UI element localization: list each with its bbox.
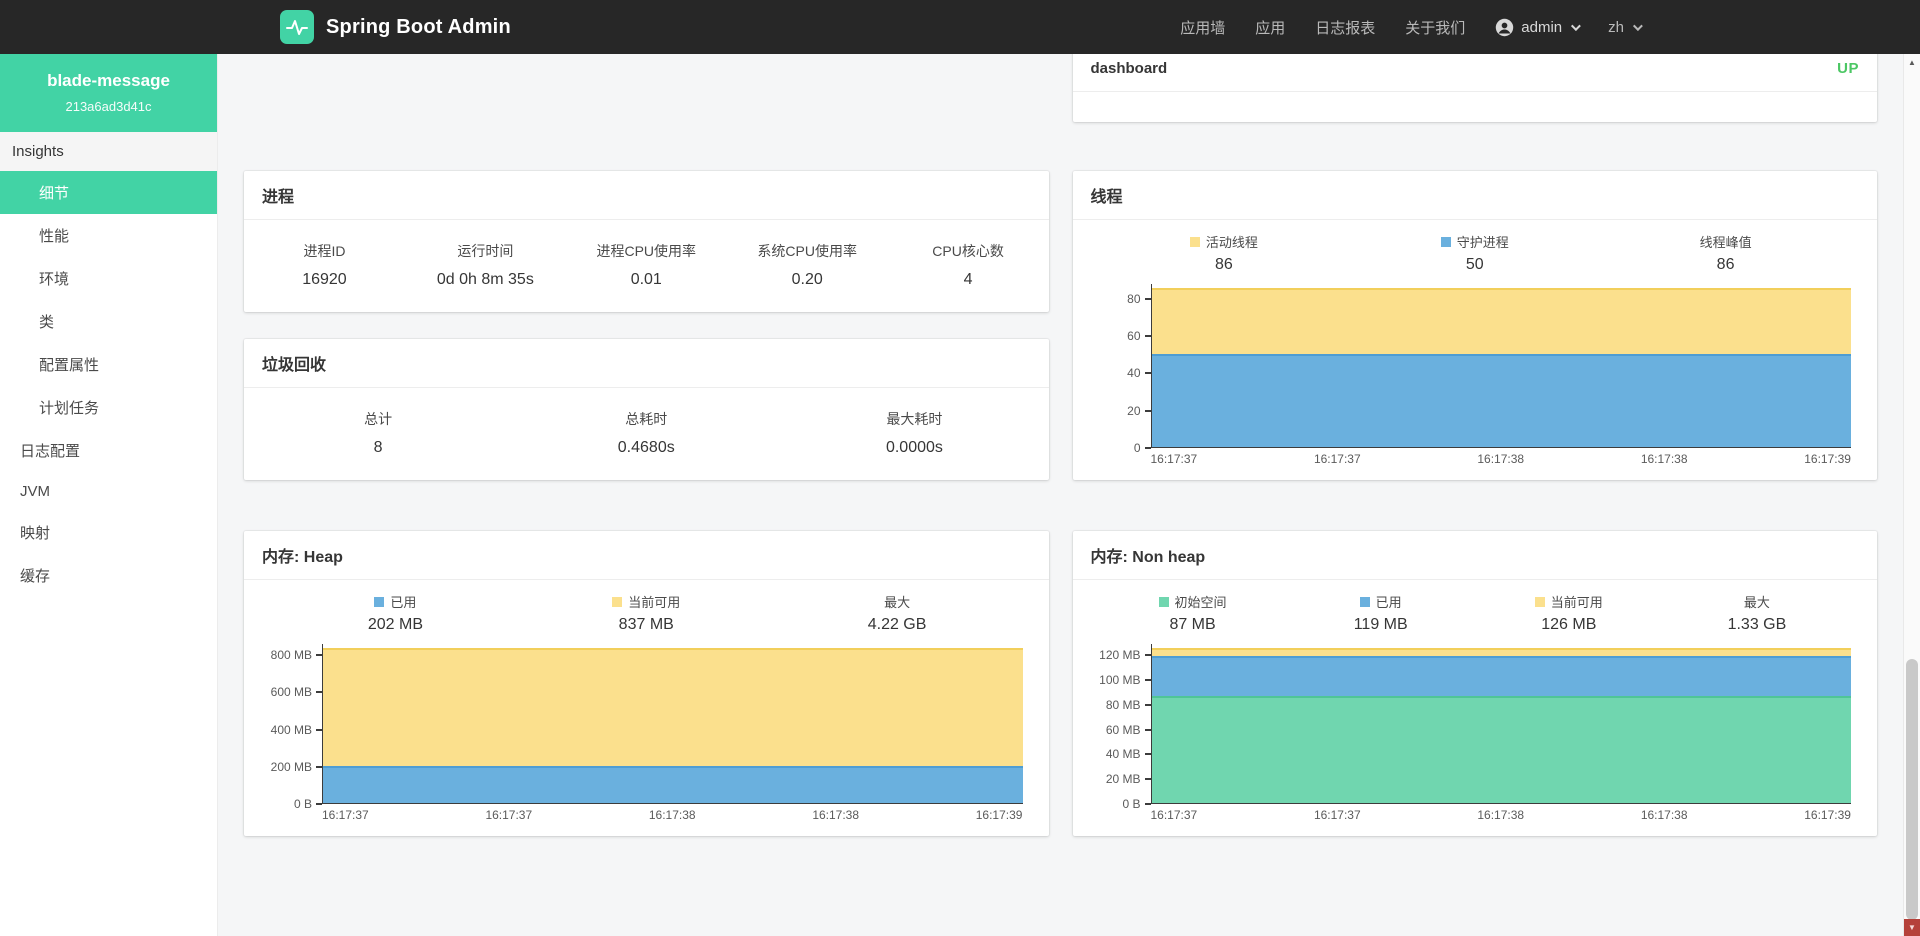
sidebar-item-metrics[interactable]: 性能 [0, 214, 217, 257]
legend-heap-max: 最大 4.22 GB [772, 592, 1023, 634]
memory-nonheap-card-title: 内存: Non heap [1091, 543, 1206, 567]
threads-chart: 020406080 16:17:3716:17:3716:17:3816:17:… [1099, 284, 1852, 466]
legend-swatch [1190, 237, 1200, 247]
legend-swatch [1360, 597, 1370, 607]
sidebar-item-mappings[interactable]: 映射 [0, 511, 217, 554]
instance-row[interactable]: dashboard UP [1073, 60, 1878, 92]
memory-nonheap-card: 内存: Non heap 初始空间 87 MB 已用 119 MB 当前可用 [1073, 531, 1878, 836]
legend-heap-used: 已用 202 MB [270, 592, 521, 634]
memory-heap-card-title: 内存: Heap [262, 543, 343, 567]
nav-item-journal[interactable]: 日志报表 [1315, 17, 1375, 38]
instance-header: blade-message 213a6ad3d41c [0, 54, 217, 132]
gc-card-title: 垃圾回收 [262, 351, 326, 375]
sidebar-item-environment[interactable]: 环境 [0, 257, 217, 300]
legend-nonheap-initial: 初始空间 87 MB [1099, 592, 1287, 634]
threads-legend: 活动线程 86 守护进程 50 线程峰值 86 [1099, 232, 1852, 274]
legend-swatch [1441, 237, 1451, 247]
nav-item-about[interactable]: 关于我们 [1405, 17, 1465, 38]
nav-item-applications[interactable]: 应用 [1255, 17, 1285, 38]
metric-uptime: 运行时间 0d 0h 8m 35s [405, 241, 566, 289]
user-avatar-icon [1495, 18, 1514, 37]
memory-heap-chart: 0 B200 MB400 MB600 MB800 MB 16:17:3716:1… [270, 644, 1023, 822]
heap-legend: 已用 202 MB 当前可用 837 MB 最大 4.22 GB [270, 592, 1023, 634]
metric-process-cpu: 进程CPU使用率 0.01 [566, 241, 727, 289]
instance-status-card: dashboard UP [1073, 54, 1878, 122]
process-card: 进程 进程ID 16920 运行时间 0d 0h 8m 35s 进程CPU使用率… [244, 171, 1049, 312]
spring-boot-admin-logo-icon [280, 10, 314, 44]
legend-peak-threads: 线程峰值 86 [1600, 232, 1851, 274]
threads-card-title: 线程 [1091, 183, 1123, 207]
language-value: zh [1608, 19, 1624, 36]
legend-live-threads: 活动线程 86 [1099, 232, 1350, 274]
nav-item-wall[interactable]: 应用墙 [1180, 17, 1225, 38]
scrollbar-up-arrow-icon[interactable]: ▲ [1904, 54, 1920, 71]
user-menu[interactable]: admin [1495, 18, 1578, 37]
metric-gc-max-time: 最大耗时 0.0000s [780, 409, 1048, 457]
sidebar-item-caches[interactable]: 缓存 [0, 554, 217, 597]
user-name: admin [1521, 19, 1562, 36]
metric-gc-count: 总计 8 [244, 409, 512, 457]
legend-nonheap-used: 已用 119 MB [1287, 592, 1475, 634]
memory-nonheap-chart: 0 B20 MB40 MB60 MB80 MB100 MB120 MB 16:1… [1099, 644, 1852, 822]
legend-swatch [374, 597, 384, 607]
legend-swatch [612, 597, 622, 607]
top-navbar: Spring Boot Admin 应用墙 应用 日志报表 关于我们 admin… [0, 0, 1920, 54]
legend-heap-size: 当前可用 837 MB [521, 592, 772, 634]
process-card-title: 进程 [262, 183, 294, 207]
sidebar-item-classes[interactable]: 类 [0, 300, 217, 343]
scrollbar-thumb[interactable] [1906, 659, 1918, 920]
sidebar-item-scheduled-tasks[interactable]: 计划任务 [0, 386, 217, 429]
brand[interactable]: Spring Boot Admin [280, 10, 511, 44]
metric-system-cpu: 系统CPU使用率 0.20 [727, 241, 888, 289]
sidebar-item-loggers[interactable]: 日志配置 [0, 429, 217, 472]
instance-name: blade-message [8, 71, 209, 91]
instance-id: 213a6ad3d41c [8, 99, 209, 114]
legend-swatch [1535, 597, 1545, 607]
scrollbar-down-arrow-icon[interactable]: ▼ [1904, 919, 1920, 936]
threads-card: 线程 活动线程 86 守护进程 50 线程峰值 86 [1073, 171, 1878, 480]
legend-daemon-threads: 守护进程 50 [1349, 232, 1600, 274]
status-badge: UP [1837, 60, 1859, 77]
sidebar-item-config-props[interactable]: 配置属性 [0, 343, 217, 386]
sidebar-item-details[interactable]: 细节 [0, 171, 217, 214]
sidebar: blade-message 213a6ad3d41c Insights 细节 性… [0, 54, 218, 936]
legend-nonheap-size: 当前可用 126 MB [1475, 592, 1663, 634]
main-content: 进程 进程ID 16920 运行时间 0d 0h 8m 35s 进程CPU使用率… [218, 54, 1903, 936]
gc-card: 垃圾回收 总计 8 总耗时 0.4680s 最大耗时 0.0000s [244, 339, 1049, 480]
metric-gc-total-time: 总耗时 0.4680s [512, 409, 780, 457]
sidebar-section-insights: Insights [0, 132, 217, 171]
memory-heap-card: 内存: Heap 已用 202 MB 当前可用 837 MB 最大 [244, 531, 1049, 836]
metric-pid: 进程ID 16920 [244, 241, 405, 289]
legend-swatch [1159, 597, 1169, 607]
instance-app-name: dashboard [1091, 60, 1168, 77]
sidebar-item-jvm[interactable]: JVM [0, 472, 217, 511]
language-selector[interactable]: zh [1608, 19, 1640, 36]
metric-cpu-cores: CPU核心数 4 [888, 241, 1049, 289]
chevron-down-icon [1571, 21, 1581, 31]
chevron-down-icon [1633, 21, 1643, 31]
brand-title: Spring Boot Admin [326, 16, 511, 39]
vertical-scrollbar[interactable]: ▲ ▼ [1903, 54, 1920, 936]
legend-nonheap-max: 最大 1.33 GB [1663, 592, 1851, 634]
nonheap-legend: 初始空间 87 MB 已用 119 MB 当前可用 126 MB 最大 [1099, 592, 1852, 634]
